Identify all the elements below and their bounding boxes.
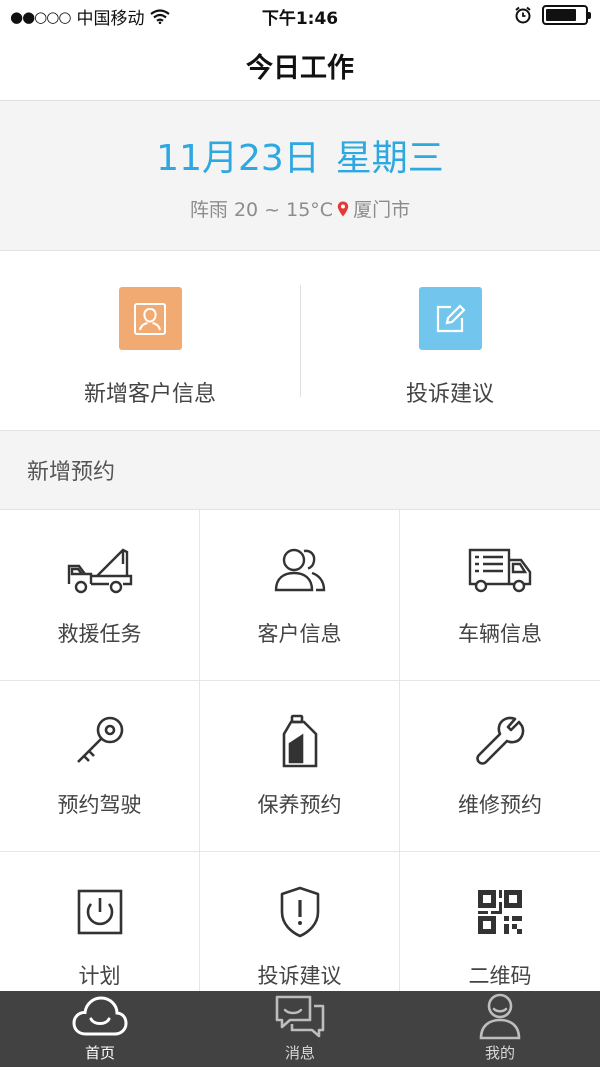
status-time: 下午1:46 <box>261 9 339 29</box>
weather-text: 阵雨 20 ~ 15°C <box>189 199 334 221</box>
status-right <box>514 5 591 25</box>
grid-label-rescue: 救援任务 <box>57 622 142 646</box>
tab-profile-label: 我的 <box>484 1044 515 1062</box>
shield-alert-icon <box>267 886 333 938</box>
tab-messages[interactable]: 消息 <box>200 991 400 1067</box>
person-icon <box>472 992 528 1040</box>
page-title: 今日工作 <box>246 52 354 84</box>
date-text: 11月23日 <box>156 138 320 179</box>
nav-bar: 今日工作 <box>0 30 600 101</box>
tab-home[interactable]: 首页 <box>0 991 200 1067</box>
tab-messages-label: 消息 <box>284 1044 315 1062</box>
grid-item-vehicle[interactable]: 车辆信息 <box>400 510 600 681</box>
date-line: 11月23日 星期三 <box>0 129 600 181</box>
tab-home-label: 首页 <box>84 1044 115 1062</box>
users-icon <box>267 544 333 596</box>
status-bar: ●●○○○ 中国移动 下午1:46 <box>0 0 600 30</box>
grid-item-repair[interactable]: 维修预约 <box>400 681 600 852</box>
grid-label-qrcode: 二维码 <box>468 964 532 988</box>
add-customer-label: 新增客户信息 <box>83 382 216 407</box>
add-customer-button[interactable]: 新增客户信息 <box>0 251 300 430</box>
grid-label-repair: 维修预约 <box>458 793 542 817</box>
tab-bar: 首页 消息 我的 <box>0 991 600 1067</box>
grid-label-complaint: 投诉建议 <box>257 964 342 988</box>
function-grid: 救援任务 客户信息 车辆信息 预约驾驶 保养预约 维修预约 计划 投诉建议 二维… <box>0 510 600 992</box>
section-header: 新增预约 <box>0 431 600 510</box>
date-weather-panel: 11月23日 星期三 阵雨 20 ~ 15°C 厦门市 <box>0 101 600 251</box>
battery-icon <box>542 5 591 25</box>
complaint-label: 投诉建议 <box>405 382 494 407</box>
cloud-smile-icon <box>72 992 128 1040</box>
oil-bottle-icon <box>267 714 333 768</box>
battery-fill <box>546 9 577 21</box>
grid-label-driving: 预约驾驶 <box>57 793 142 817</box>
location-pin-icon <box>337 201 349 216</box>
quick-actions: 新增客户信息 投诉建议 <box>0 251 600 431</box>
city-text: 厦门市 <box>353 199 411 221</box>
truck-icon <box>467 544 533 596</box>
key-icon <box>67 715 133 767</box>
grid-label-plan: 计划 <box>78 964 121 988</box>
grid-item-maintenance[interactable]: 保养预约 <box>200 681 400 852</box>
section-title: 新增预约 <box>27 460 116 485</box>
alarm-icon <box>515 6 531 24</box>
qr-code-icon <box>467 886 533 938</box>
edit-icon <box>418 287 482 350</box>
wrench-icon <box>467 715 533 767</box>
grid-label-customer: 客户信息 <box>257 622 342 646</box>
grid-item-rescue[interactable]: 救援任务 <box>0 510 200 681</box>
grid-item-driving[interactable]: 预约驾驶 <box>0 681 200 852</box>
complaint-button[interactable]: 投诉建议 <box>300 251 600 430</box>
weather-line: 阵雨 20 ~ 15°C 厦门市 <box>0 195 600 222</box>
user-icon <box>118 287 182 350</box>
grid-item-plan[interactable]: 计划 <box>0 852 200 992</box>
grid-label-maintenance: 保养预约 <box>257 793 342 817</box>
tab-profile[interactable]: 我的 <box>400 991 600 1067</box>
timer-icon <box>67 886 133 938</box>
tow-truck-icon <box>67 544 133 596</box>
grid-item-complaint[interactable]: 投诉建议 <box>200 852 400 992</box>
grid-label-vehicle: 车辆信息 <box>458 622 542 646</box>
grid-item-qrcode[interactable]: 二维码 <box>400 852 600 992</box>
chat-icon <box>272 992 328 1040</box>
grid-item-customer[interactable]: 客户信息 <box>200 510 400 681</box>
weekday-text: 星期三 <box>335 138 444 179</box>
